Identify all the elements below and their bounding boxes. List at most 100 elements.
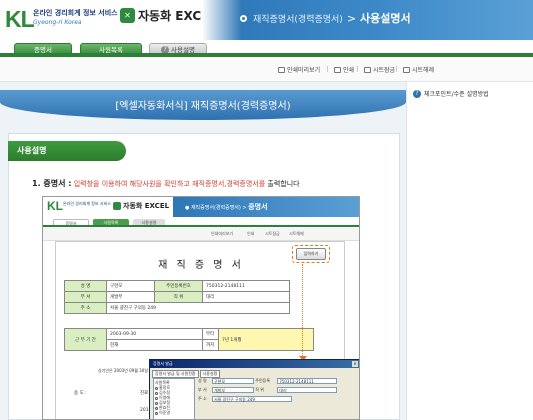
help-link-label: 체크포인트/수준 설명방법 [424,91,489,98]
table-cell: 서울 광진구 구의동 249 [106,302,290,314]
toolbar-divider [327,66,328,72]
step-text: 출력합니다 [267,180,300,188]
input-button: 입력하기 [296,248,326,260]
dialog-tab: 사용설명 [199,370,221,378]
embedded-tab-employee-list: 사원목록 [93,219,129,226]
embedded-tab-usage-guide: 사용설명 [133,219,165,226]
certificate-statement: 상기인은 2003년 09월 30일 부터 [98,368,157,373]
form-row: 부 서 개발부 직 위 대리 [198,387,338,393]
dialog-title: 증명서 발급 [153,361,173,366]
embedded-toolbar-item: 시트잠금 [265,231,280,236]
page-title: 사용설명서 [360,12,411,25]
ribbon-title: [엑셀자동화서식] 재직증명서(경력증명서) [115,101,291,112]
step-description: 1. 증명서 : 입력창을 이용하여 해당사원을 확인하고 재직증명서,경력증명… [32,178,300,189]
sheet-lock-icon [364,66,371,73]
sheet-unlock-icon [403,66,410,73]
employee-info-table: 성 명 구현모 주민등록번호 750312-2148111 부 서 개발부 직 … [64,280,290,314]
radio-icon [155,411,158,415]
table-cell: 직 위 [154,291,203,303]
table-cell: 부터 [202,328,219,340]
print-preview-icon [278,66,285,73]
step-text-highlight: 입력창을 이용하여 해당사원을 확인하고 재직증명서,경력증명서를 [73,180,266,188]
toolbar-divider [357,66,358,72]
table-cell: 7년 1개월 [218,328,314,351]
table-cell: 구현모 [106,280,155,292]
list-item: 이준영 [155,410,193,415]
employment-period-table: 근 무 기 간 2003-09-30 부터 7년 1개월 현재 까지 [64,328,314,351]
print-icon [334,66,341,73]
breadcrumb: 재직증명서(경력증명서) > 사용설명서 [240,10,411,26]
table-cell: 750312-2148111 [202,280,290,292]
dialog-tab: 증명서 발급 및 사원전환 [152,370,199,378]
embedded-logo: KL [47,199,63,213]
breadcrumb-separator: > [346,11,357,25]
embedded-toolbar-item: 인쇄미리보기 [211,231,234,236]
logo-english-text: Gyeong-ri Korea [33,19,82,26]
embedded-tab-bar: 증명서 사원목록 사용설명 [43,217,359,227]
excel-icon [113,202,121,210]
issue-year: 201 [140,408,149,413]
sheet-unlock-label: 시트해제 [412,67,435,74]
help-icon: ? [413,89,421,98]
section-header: 사용설명 [8,141,126,161]
site-logo[interactable]: KL [5,6,35,33]
print-button[interactable]: 인쇄 [334,65,354,74]
table-row: 주 소 서울 광진구 구의동 249 [64,302,290,314]
tab-employee-list-label: 사원목록 [99,46,123,54]
sheet-lock-button[interactable]: 시트잠금 [364,65,395,74]
form-row: 주 소 서울 광진구 구의동 249 [198,396,292,402]
table-cell: 까지 [202,339,219,351]
right-sidebar [406,82,533,420]
table-cell: 현재 [106,339,203,351]
purpose-label: 용 도 : [74,391,87,396]
dialog-tabs: 증명서 발급 및 사원전환 사용설명 [152,370,221,378]
toolbar: 인쇄미리보기 인쇄 시트잠금 시트해제 [0,57,533,82]
tab-bar: 증명서 사원목록 ? 사용설명 [0,40,533,57]
embedded-toolbar-item: 시트해제 [289,231,304,236]
embedded-product: 자동화 EXCEL [113,201,169,211]
table-row: 부 서 개발부 직 위 대리 [64,291,290,303]
sheet-lock-label: 시트잠금 [373,67,396,74]
breadcrumb-parent: 재직증명서(경력증명서) [253,14,343,25]
logo-korean-text: 온라인 경리회계 정보 서비스 [33,9,118,17]
bullet-icon [240,14,247,22]
table-cell: 주 소 [64,302,107,314]
employee-list: 사원목록 홍정로 김수정 이영애 김보정 한효진 이준영 [153,378,195,419]
step-number: 1. 증명서 : [32,179,72,188]
close-icon: × [352,361,358,367]
table-row: 근 무 기 간 2003-09-30 부터 7년 1개월 [64,328,314,351]
table-cell: 대리 [202,291,290,303]
sheet-unlock-button[interactable]: 시트해제 [403,65,434,74]
print-label: 인쇄 [343,67,355,74]
app-header: KL 온라인 경리회계 정보 서비스 Gyeong-ri Korea ✕ 자동화… [0,0,533,40]
tab-certificate-label: 증명서 [34,46,52,54]
embedded-toolbar-item: 인쇄 [247,231,255,236]
tab-usage-guide[interactable]: ? 사용설명 [149,43,207,55]
table-cell: 2003-09-30 [106,328,203,340]
tab-usage-guide-label: 사용설명 [171,46,195,54]
table-cell: 개발부 [106,291,155,303]
embedded-logo-text: 온라인 경리회계 정보 서비스 [63,201,111,206]
embedded-header: KL 온라인 경리회계 정보 서비스 자동화 EXCEL ● 재직증명서(경력증… [43,197,359,217]
print-preview-button[interactable]: 인쇄미리보기 [278,65,320,74]
print-preview-label: 인쇄미리보기 [287,67,321,74]
form-row: 성 명 구현모 주민등록 750312-2148111 [198,378,338,384]
embedded-screenshot: KL 온라인 경리회계 정보 서비스 자동화 EXCEL ● 재직증명서(경력증… [42,196,360,420]
certificate-dialog: 증명서 발급 × 증명서 발급 및 사원전환 사용설명 사원목록 홍정로 김수정 … [149,359,359,419]
toolbar-divider [396,66,397,72]
embedded-toolbar: 인쇄미리보기 인쇄 시트잠금 시트해제 [43,227,359,241]
table-cell: 부 서 [64,291,107,303]
excel-icon: ✕ [120,8,135,23]
help-icon: ? [161,46,170,54]
purpose-value: 진료 [140,391,149,396]
tab-employee-list[interactable]: 사원목록 [80,43,142,55]
help-link[interactable]: ? 체크포인트/수준 설명방법 [413,89,489,98]
embedded-breadcrumb: ● 재직증명서(경력증명서) > 증명서 [185,203,268,211]
table-cell: 주민등록번호 [154,280,203,292]
tab-certificate[interactable]: 증명서 [14,43,72,55]
embedded-tab-certificate: 증명서 [53,219,89,226]
dialog-title-bar: 증명서 발급 × [150,360,359,368]
table-cell: 성 명 [64,280,107,292]
callout-arrow-line [302,264,303,360]
table-row: 성 명 구현모 주민등록번호 750312-2148111 [64,280,290,292]
